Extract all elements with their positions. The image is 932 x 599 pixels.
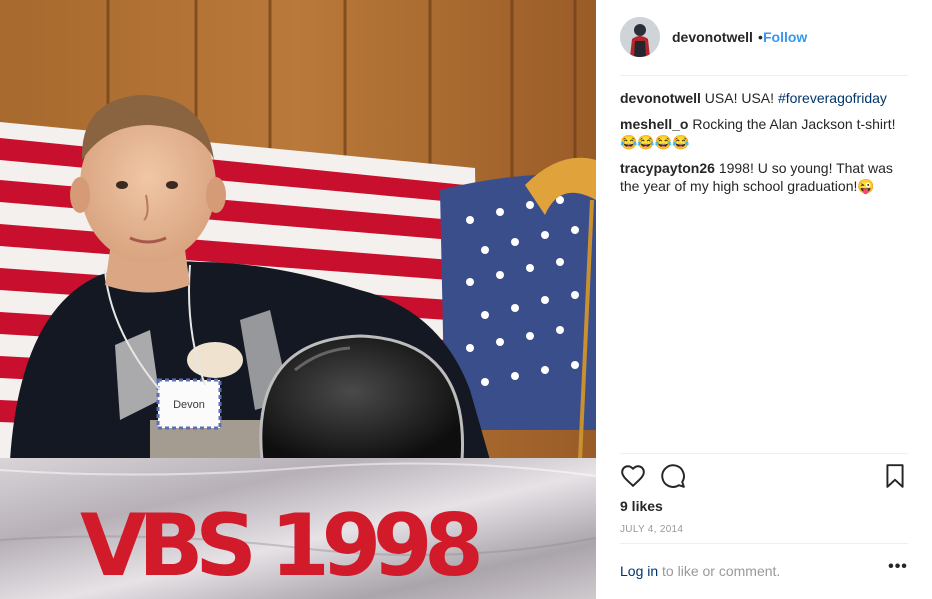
sign-text: VBS 1998 <box>80 496 490 596</box>
footer-divider <box>620 543 908 544</box>
avatar[interactable] <box>620 17 660 57</box>
comment-item: meshell_o Rocking the Alan Jackson t-shi… <box>620 115 912 151</box>
follow-button[interactable]: Follow <box>763 29 807 45</box>
header-username[interactable]: devonotwell <box>672 29 753 45</box>
hashtag-link[interactable]: #foreveragofriday <box>778 90 887 106</box>
post-photo[interactable]: Devon VBS 1998 <box>0 0 596 599</box>
comment-text: USA! USA! <box>704 90 778 106</box>
name-tag-text: Devon <box>173 399 205 411</box>
actions-divider <box>620 453 908 454</box>
comment-username[interactable]: tracypayton26 <box>620 160 715 176</box>
instagram-post-view: Devon VBS 1998 devonotwell • Follow devo… <box>0 0 932 599</box>
likes-count[interactable]: 9 likes <box>620 498 663 514</box>
login-prompt: Log in to like or comment. <box>620 563 780 579</box>
heart-icon[interactable] <box>620 463 646 489</box>
action-bar <box>620 463 908 493</box>
comment-item: tracypayton26 1998! U so young! That was… <box>620 159 912 195</box>
post-sidebar: devonotwell • Follow devonotwell USA! US… <box>596 0 932 599</box>
login-link[interactable]: Log in <box>620 563 658 579</box>
comment-bubble-icon[interactable] <box>660 463 686 489</box>
vbs-sign: VBS 1998 <box>0 458 596 599</box>
comment-username[interactable]: meshell_o <box>620 116 688 132</box>
bookmark-icon[interactable] <box>882 463 908 489</box>
post-date: JULY 4, 2014 <box>620 524 684 535</box>
comment-list: devonotwell USA! USA! #foreveragofriday … <box>620 89 912 203</box>
login-prompt-text: to like or comment. <box>658 563 781 579</box>
post-header: devonotwell • Follow <box>596 0 932 75</box>
comment-username[interactable]: devonotwell <box>620 90 701 106</box>
more-options-icon[interactable]: ••• <box>886 558 910 582</box>
comment-item: devonotwell USA! USA! #foreveragofriday <box>620 89 912 107</box>
header-divider <box>620 75 908 76</box>
